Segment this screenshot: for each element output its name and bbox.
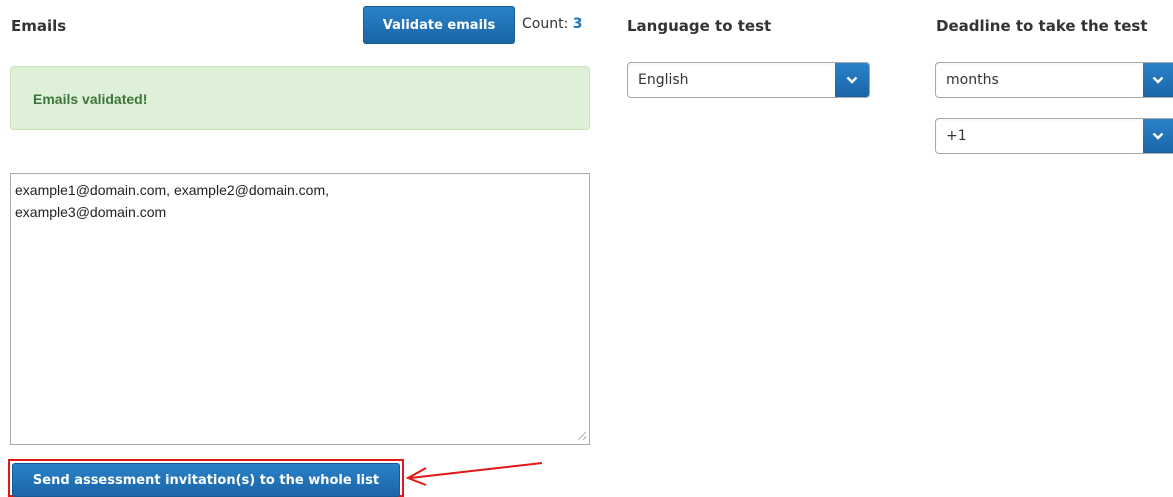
send-invitations-button[interactable]: Send assessment invitation(s) to the who… <box>12 463 400 497</box>
language-heading: Language to test <box>627 17 772 35</box>
emails-heading: Emails <box>11 17 67 35</box>
deadline-unit-value: months <box>946 72 999 88</box>
validate-emails-button[interactable]: Validate emails <box>363 6 515 44</box>
language-selected-value: English <box>638 72 689 88</box>
count-value: 3 <box>572 16 583 32</box>
email-count: Count: 3 <box>522 16 583 32</box>
arrow-left-icon <box>405 462 543 486</box>
alert-message: Emails validated! <box>33 91 148 107</box>
chevron-down-icon[interactable] <box>835 63 869 97</box>
deadline-unit-select[interactable]: months <box>935 62 1173 98</box>
chevron-down-icon[interactable] <box>1143 119 1173 153</box>
emails-textarea[interactable]: example1@domain.com, example2@domain.com… <box>10 173 590 445</box>
chevron-down-icon[interactable] <box>1143 63 1173 97</box>
language-select[interactable]: English <box>627 62 870 98</box>
textarea-resize-handle[interactable] <box>578 432 586 440</box>
deadline-amount-value: +1 <box>946 128 967 144</box>
count-label: Count: <box>522 16 569 32</box>
deadline-heading: Deadline to take the test <box>936 17 1148 35</box>
deadline-amount-select[interactable]: +1 <box>935 118 1173 154</box>
emails-validated-alert: Emails validated! <box>10 66 590 130</box>
